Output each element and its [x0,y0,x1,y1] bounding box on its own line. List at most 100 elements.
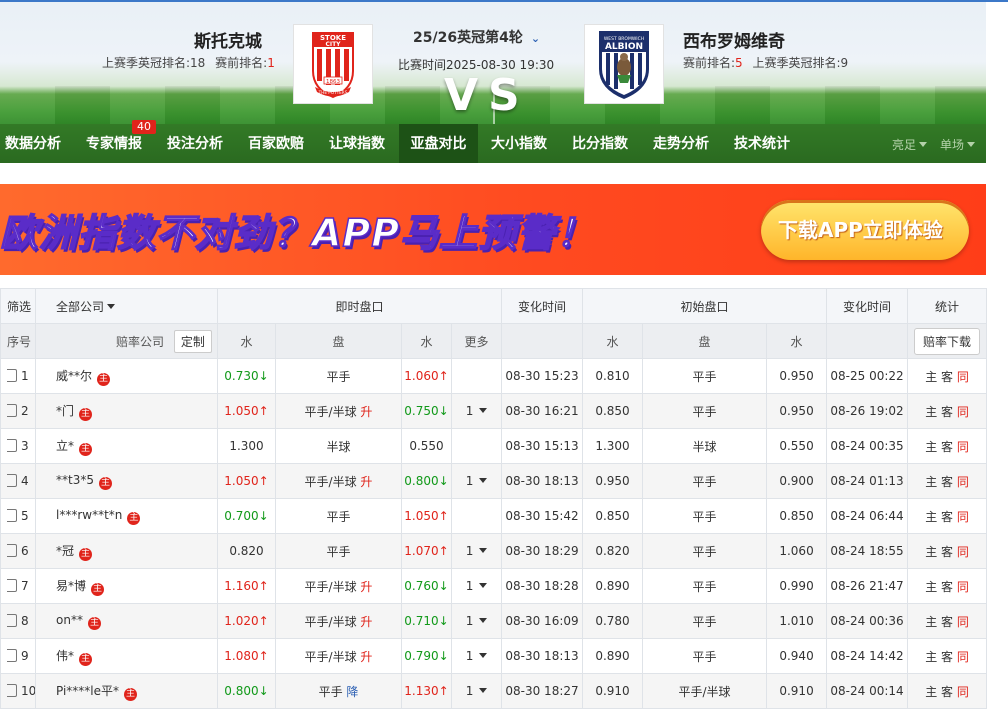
company-cell[interactable]: *门主 [35,393,218,429]
tab-handicap-index[interactable]: 让球指数 [320,124,394,163]
stats-same-link[interactable]: 同 [957,580,969,594]
checkbox-icon[interactable] [7,614,17,627]
stats-same-link[interactable]: 同 [957,650,969,664]
away-team-logo[interactable]: WEST BROMWICH ALBION [584,24,664,104]
stats-home-link[interactable]: 主 [925,510,937,524]
stats-home-link[interactable]: 主 [925,615,937,629]
round-selector[interactable]: 25/26英冠第4轮 ⌄ [413,27,540,47]
more-cell[interactable]: 1 [450,533,503,569]
more-cell[interactable] [450,428,503,464]
stats-same-link[interactable]: 同 [957,475,969,489]
checkbox-icon[interactable] [7,649,17,662]
company-cell[interactable]: on** 主 [35,603,218,639]
tab-over-under-index[interactable]: 大小指数 [482,124,556,163]
company-name[interactable]: 立* [56,439,74,453]
checkbox-icon[interactable] [7,509,17,522]
company-cell[interactable]: 易*博主 [35,568,218,604]
company-name[interactable]: *门 [56,404,74,418]
odds-download-button[interactable]: 赔率下载 [914,327,981,355]
checkbox-icon[interactable] [7,544,17,557]
caret-down-icon[interactable] [479,653,488,658]
stats-home-link[interactable]: 主 [925,370,937,384]
caret-down-icon[interactable] [479,548,488,553]
stats-away-link[interactable]: 客 [941,615,953,629]
more-cell[interactable]: 1 [450,603,503,639]
stats-home-link[interactable]: 主 [925,545,937,559]
company-filter-dropdown[interactable]: 全部公司 [35,288,218,324]
company-cell[interactable]: Pi****le平* 主 [35,673,218,709]
checkbox-icon[interactable] [7,474,17,487]
row-index[interactable]: 3 [0,428,36,464]
stats-home-link[interactable]: 主 [925,685,937,699]
stats-home-link[interactable]: 主 [925,650,937,664]
checkbox-icon[interactable] [7,369,17,382]
stats-home-link[interactable]: 主 [925,475,937,489]
customize-button[interactable]: 定制 [173,329,212,353]
company-name[interactable]: l***rw**t*n [56,508,122,522]
more-cell[interactable]: 1 [450,638,503,674]
home-team-name[interactable]: 斯托克城 [194,27,262,52]
caret-down-icon[interactable] [479,688,488,693]
checkbox-icon[interactable] [7,684,17,697]
tab-score-index[interactable]: 比分指数 [563,124,637,163]
company-name[interactable]: *冠 [56,544,74,558]
more-cell[interactable]: 1 [450,673,503,709]
caret-down-icon[interactable] [479,583,488,588]
stats-away-link[interactable]: 客 [941,545,953,559]
tab-data-analysis[interactable]: 数据分析 [0,124,66,163]
row-index[interactable]: 1 [0,358,36,394]
more-cell[interactable]: 1 [450,463,503,499]
company-cell[interactable]: **t3*5 主 [35,463,218,499]
row-index[interactable]: 8 [0,603,36,639]
tab-european-odds[interactable]: 百家欧赔 [239,124,313,163]
away-team-name[interactable]: 西布罗姆维奇 [683,27,785,52]
stats-same-link[interactable]: 同 [957,510,969,524]
company-name[interactable]: 易*博 [56,579,86,593]
row-index[interactable]: 2 [0,393,36,429]
stats-same-link[interactable]: 同 [957,615,969,629]
caret-down-icon[interactable] [479,478,488,483]
company-name[interactable]: on** [56,613,83,627]
more-cell[interactable] [450,358,503,394]
stats-home-link[interactable]: 主 [925,440,937,454]
tab-betting-analysis[interactable]: 投注分析 [158,124,232,163]
stats-away-link[interactable]: 客 [941,405,953,419]
tab-trend-analysis[interactable]: 走势分析 [644,124,718,163]
company-cell[interactable]: 威**尔主 [35,358,218,394]
company-name[interactable]: 伟* [56,649,74,663]
tab-asian-handicap-compare[interactable]: 亚盘对比 [399,124,478,163]
more-cell[interactable]: 1 [450,568,503,604]
company-cell[interactable]: 伟* 主 [35,638,218,674]
company-cell[interactable]: 立* 主 [35,428,218,464]
stats-same-link[interactable]: 同 [957,405,969,419]
stats-away-link[interactable]: 客 [941,650,953,664]
stats-home-link[interactable]: 主 [925,405,937,419]
stats-away-link[interactable]: 客 [941,510,953,524]
checkbox-icon[interactable] [7,439,17,452]
checkbox-icon[interactable] [7,404,17,417]
caret-down-icon[interactable] [479,618,488,623]
company-name[interactable]: **t3*5 [56,473,94,487]
company-name[interactable]: 威**尔 [56,369,92,383]
stats-away-link[interactable]: 客 [941,370,953,384]
stats-same-link[interactable]: 同 [957,440,969,454]
caret-down-icon[interactable] [479,408,488,413]
stats-same-link[interactable]: 同 [957,685,969,699]
checkbox-icon[interactable] [7,579,17,592]
filter-single-dropdown[interactable]: 单场 [940,124,976,163]
stats-away-link[interactable]: 客 [941,580,953,594]
company-cell[interactable]: l***rw**t*n 主 [35,498,218,534]
stats-away-link[interactable]: 客 [941,440,953,454]
stats-home-link[interactable]: 主 [925,580,937,594]
filter-header[interactable]: 筛选 [0,288,36,324]
company-name[interactable]: Pi****le平* [56,684,119,698]
row-index[interactable]: 5 [0,498,36,534]
row-index[interactable]: 9 [0,638,36,674]
more-cell[interactable]: 1 [450,393,503,429]
row-index[interactable]: 10 [0,673,36,709]
row-index[interactable]: 6 [0,533,36,569]
stats-away-link[interactable]: 客 [941,475,953,489]
home-team-logo[interactable]: STOKE CITY 1863 THE POTTERS [293,24,373,104]
stats-same-link[interactable]: 同 [957,370,969,384]
stats-same-link[interactable]: 同 [957,545,969,559]
